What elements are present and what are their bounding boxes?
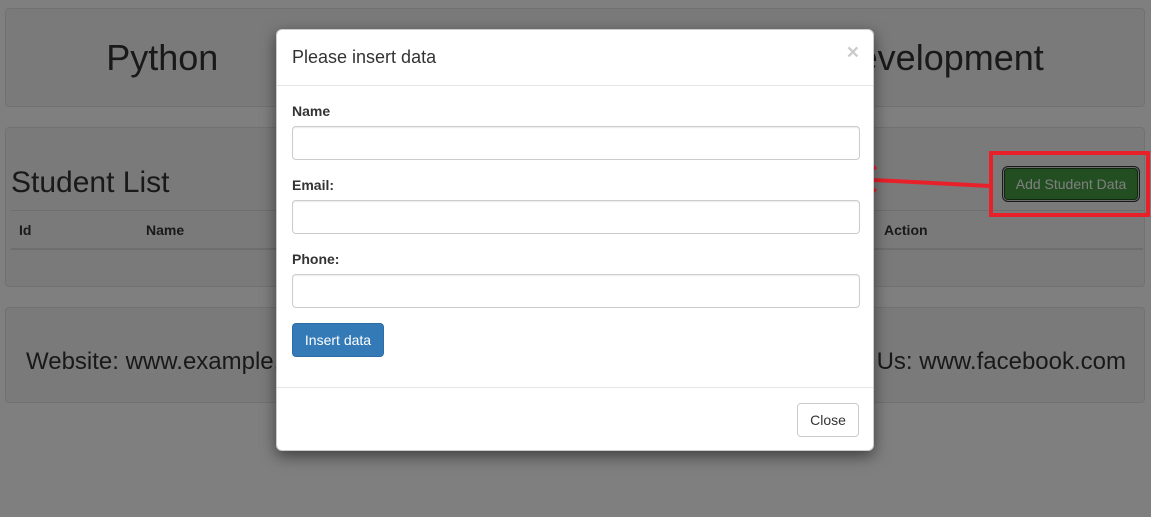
name-label: Name — [292, 103, 331, 119]
close-button[interactable]: Close — [797, 403, 859, 437]
modal-footer: Close — [277, 387, 873, 451]
insert-data-button[interactable]: Insert data — [292, 323, 384, 357]
annotation-highlight-box — [989, 151, 1150, 217]
close-icon[interactable]: × — [847, 42, 859, 63]
phone-input[interactable] — [292, 274, 860, 308]
email-input[interactable] — [292, 200, 860, 234]
modal-title: Please insert data — [292, 47, 437, 67]
email-label: Email: — [292, 177, 335, 193]
modal-header: Please insert data × — [277, 30, 873, 86]
insert-data-modal: Please insert data × Name Email: Phone: … — [276, 29, 874, 451]
phone-label: Phone: — [292, 251, 340, 267]
name-input[interactable] — [292, 126, 860, 160]
